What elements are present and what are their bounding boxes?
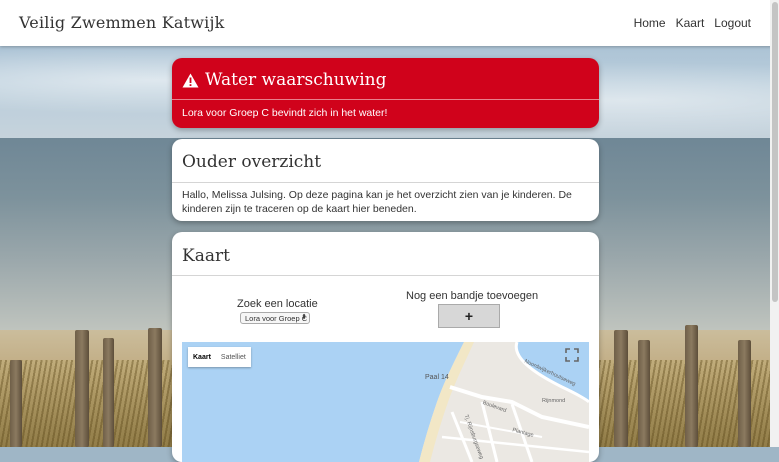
google-map[interactable]: Kaart Satelliet Paal 14 Rijnmond Bouleva… — [182, 342, 589, 462]
beach-post — [75, 330, 89, 447]
beach-post — [614, 330, 628, 447]
navbar: Veilig Zwemmen Katwijk Home Kaart Logout — [0, 0, 779, 46]
alert-title: Water waarschuwing — [205, 70, 387, 90]
search-location-label: Zoek een locatie — [237, 298, 318, 310]
location-select-value: Lora voor Groep C — [245, 313, 308, 323]
nav-logout-link[interactable]: Logout — [714, 16, 751, 30]
nav-links: Home Kaart Logout — [634, 16, 751, 30]
beach-post — [148, 328, 162, 447]
parent-overview-panel: Ouder overzicht Hallo, Melissa Julsing. … — [172, 139, 599, 221]
fullscreen-icon[interactable] — [565, 348, 579, 362]
beach-post — [10, 360, 22, 447]
divider — [172, 99, 599, 100]
beach-post — [638, 340, 650, 447]
alert-heading: Water waarschuwing — [182, 70, 386, 90]
add-band-label: Nog een bandje toevoegen — [406, 290, 539, 302]
scrollbar-thumb[interactable] — [772, 2, 778, 302]
beach-post — [103, 338, 114, 447]
map-type-kaart[interactable]: Kaart — [188, 354, 216, 361]
nav-kaart-link[interactable]: Kaart — [676, 16, 705, 30]
water-alert-panel: Water waarschuwing Lora voor Groep C bev… — [172, 58, 599, 128]
warning-icon — [182, 73, 199, 87]
panel-title: Kaart — [182, 246, 230, 266]
map-type-control: Kaart Satelliet — [188, 347, 251, 367]
location-select[interactable]: Lora voor Groep C ⬍ — [240, 312, 310, 324]
nav-home-link[interactable]: Home — [634, 16, 666, 30]
brand-title[interactable]: Veilig Zwemmen Katwijk — [19, 13, 225, 32]
alert-message: Lora voor Groep C bevindt zich in het wa… — [182, 107, 388, 119]
map-type-satelliet[interactable]: Satelliet — [216, 354, 251, 361]
add-band-button[interactable]: + — [438, 304, 500, 328]
panel-title: Ouder overzicht — [182, 152, 322, 172]
scrollbar[interactable] — [770, 0, 779, 447]
map-street-label: Rijnmond — [542, 398, 566, 404]
map-poi-label: Paal 14 — [425, 374, 449, 381]
overview-text: Hallo, Melissa Julsing. Op deze pagina k… — [182, 189, 572, 215]
select-arrows-icon: ⬍ — [301, 314, 307, 321]
divider — [172, 182, 599, 183]
map-panel: Kaart Zoek een locatie Lora voor Groep C… — [172, 232, 599, 462]
divider — [172, 275, 599, 276]
beach-post — [738, 340, 751, 447]
beach-post — [685, 325, 698, 447]
